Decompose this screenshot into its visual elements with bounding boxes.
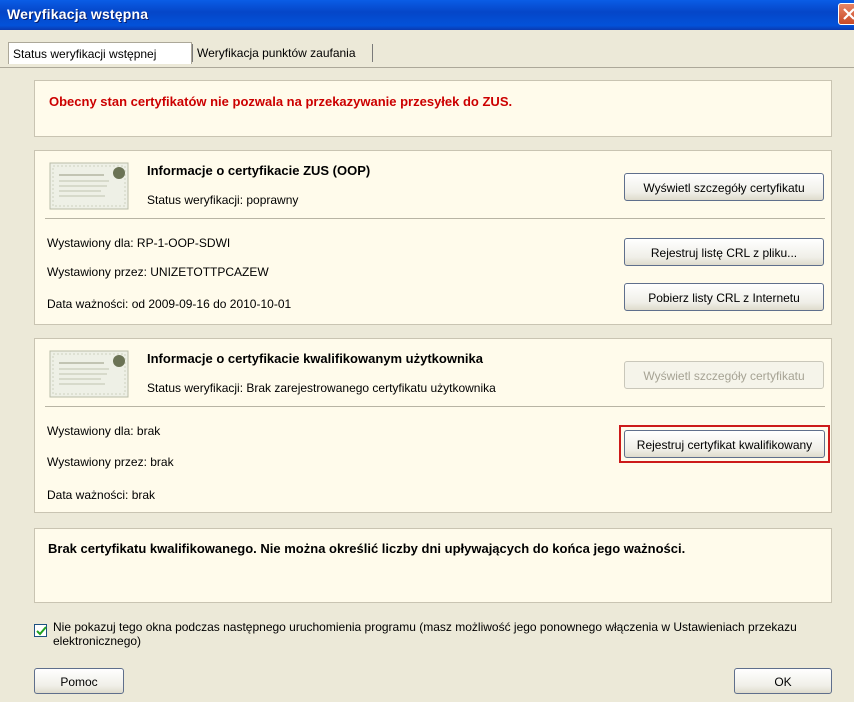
zus-cert-title: Informacje o certyfikacie ZUS (OOP) [147,163,371,178]
close-button[interactable] [838,3,854,25]
info-text: Brak certyfikatu kwalifikowanego. Nie mo… [48,541,686,556]
user-cert-title: Informacje o certyfikacie kwalifikowanym… [147,351,483,366]
register-qualified-certificate-button[interactable]: Rejestruj certyfikat kwalifikowany [624,430,825,458]
close-icon [843,8,854,20]
warning-text: Obecny stan certyfikatów nie pozwala na … [49,94,513,109]
zus-view-details-button[interactable]: Wyświetl szczegóły certyfikatu [624,173,824,201]
divider [45,218,825,219]
checkmark-icon [36,626,47,636]
tab-punkty-zaufania[interactable]: Weryfikacja punktów zaufania [193,42,373,64]
user-certificate-panel: Informacje o certyfikacie kwalifikowanym… [34,338,832,513]
dont-show-checkbox[interactable] [34,624,47,637]
zus-certificate-panel: Informacje o certyfikacie ZUS (OOP) Stat… [34,150,832,325]
zus-issued-by: Wystawiony przez: UNIZETOTTPCAZEW [47,265,269,279]
user-cert-status: Status weryfikacji: Brak zarejestrowaneg… [147,381,496,395]
user-view-details-button[interactable]: Wyświetl szczegóły certyfikatu [624,361,824,389]
user-view-details-label: Wyświetl szczegóły certyfikatu [643,369,805,383]
user-issued-by: Wystawiony przez: brak [47,455,174,469]
title-bar[interactable]: Weryfikacja wstępna [0,0,854,30]
ok-button[interactable]: OK [734,668,832,694]
download-crl-label: Pobierz listy CRL z Internetu [648,291,800,305]
register-qualified-label: Rejestruj certyfikat kwalifikowany [636,438,813,452]
download-crl-button[interactable]: Pobierz listy CRL z Internetu [624,283,824,311]
help-label: Pomoc [60,675,98,689]
register-crl-button[interactable]: Rejestruj listę CRL z pliku... [624,238,824,266]
zus-issued-for: Wystawiony dla: RP-1-OOP-SDWI [47,236,231,250]
ok-label: OK [774,675,792,689]
help-button[interactable]: Pomoc [34,668,124,694]
certificate-icon [49,350,129,398]
window-title: Weryfikacja wstępna [7,6,149,22]
tab-separator [372,44,373,62]
zus-view-details-label: Wyświetl szczegóły certyfikatu [643,181,805,195]
divider [45,406,825,407]
tab-status-weryfikacji[interactable]: Status weryfikacji wstępnej [8,42,192,64]
dont-show-label[interactable]: Nie pokazuj tego okna podczas następnego… [53,620,823,648]
zus-validity: Data ważności: od 2009-09-16 do 2010-10-… [47,297,292,311]
user-issued-for: Wystawiony dla: brak [47,424,161,438]
user-validity: Data ważności: brak [47,488,156,502]
warning-panel: Obecny stan certyfikatów nie pozwala na … [34,80,832,137]
register-crl-label: Rejestruj listę CRL z pliku... [650,246,798,260]
zus-cert-status: Status weryfikacji: poprawny [147,193,299,207]
tab-bar: Status weryfikacji wstępnej Weryfikacja … [0,38,854,68]
info-panel: Brak certyfikatu kwalifikowanego. Nie mo… [34,528,832,603]
certificate-icon [49,162,129,210]
